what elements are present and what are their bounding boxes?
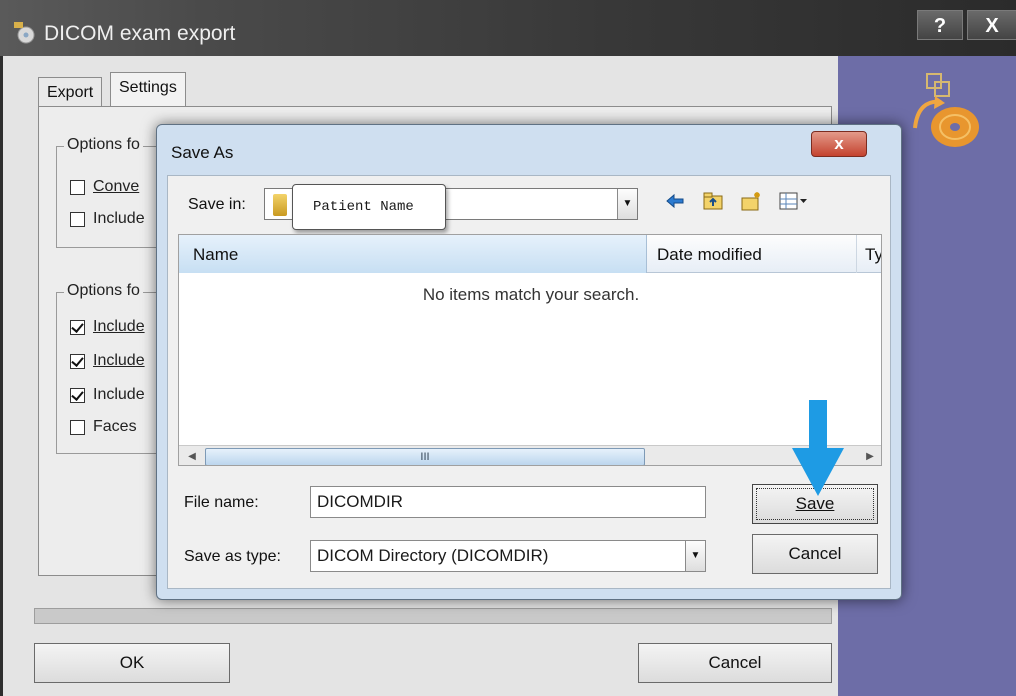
save-type-value: DICOM Directory (DICOMDIR) xyxy=(317,546,549,565)
include-checkbox[interactable] xyxy=(70,387,85,403)
option-include-4[interactable]: Include xyxy=(70,386,145,404)
column-header-name[interactable]: Name xyxy=(179,235,647,273)
tab-settings[interactable]: Settings xyxy=(110,72,186,108)
cd-export-icon xyxy=(913,73,979,147)
option-label: Faces xyxy=(93,418,137,435)
save-type-label: Save as type: xyxy=(184,548,281,565)
ok-button[interactable]: OK xyxy=(34,643,230,683)
column-label-date-modified: Date modified xyxy=(657,245,762,264)
folder-tooltip: Patient Name xyxy=(292,184,446,230)
new-folder-icon[interactable] xyxy=(740,190,762,212)
include-checkbox[interactable] xyxy=(70,211,85,227)
options-group-1-legend: Options fo xyxy=(64,136,143,154)
option-label: Conve xyxy=(93,178,140,195)
save-as-title: Save As xyxy=(171,143,234,162)
column-label-name: Name xyxy=(193,245,239,264)
file-name-input[interactable]: DICOMDIR xyxy=(310,486,706,518)
view-menu-icon[interactable] xyxy=(778,190,808,212)
file-list[interactable]: Name Date modified Ty No items match you… xyxy=(178,234,882,466)
window-titlebar[interactable]: DICOM exam export ? X xyxy=(0,0,1016,56)
file-name-label: File name: xyxy=(184,494,259,511)
option-label: Include xyxy=(93,318,145,335)
column-header-date-modified[interactable]: Date modified xyxy=(647,235,857,273)
empty-list-message: No items match your search. xyxy=(422,285,640,304)
pointer-arrow-icon xyxy=(792,400,844,496)
up-folder-icon[interactable] xyxy=(702,190,724,212)
option-include-1[interactable]: Include xyxy=(70,210,145,228)
file-list-header: Name Date modified Ty xyxy=(179,235,881,273)
tab-export[interactable]: Export xyxy=(38,77,103,107)
include-checkbox[interactable] xyxy=(70,353,85,369)
option-label: Include xyxy=(93,386,145,403)
export-window: DICOM exam export ? X Export Settings Op… xyxy=(0,0,1016,696)
app-icon xyxy=(14,22,35,44)
export-progress-bar xyxy=(34,608,832,624)
faces-checkbox[interactable] xyxy=(70,419,85,435)
save-type-select[interactable]: DICOM Directory (DICOMDIR) ▼ xyxy=(310,540,706,572)
help-button[interactable]: ? xyxy=(917,10,963,40)
window-close-button[interactable]: X xyxy=(967,10,1016,40)
folder-icon xyxy=(273,194,287,216)
option-label: Include xyxy=(93,352,145,369)
include-checkbox[interactable] xyxy=(70,319,85,335)
save-as-dialog: Save As x Save in: ▼ Patient Name Name D… xyxy=(156,124,902,600)
option-convert[interactable]: Conve xyxy=(70,178,139,196)
option-include-3[interactable]: Include xyxy=(70,352,145,370)
option-include-2[interactable]: Include xyxy=(70,318,145,336)
horizontal-scrollbar[interactable]: ◀ III ▶ xyxy=(179,445,881,465)
column-header-type[interactable]: Ty xyxy=(865,245,881,265)
chevron-down-icon[interactable]: ▼ xyxy=(617,189,637,219)
save-as-body: Save in: ▼ Patient Name Name Date modifi… xyxy=(167,175,891,589)
option-label: Include xyxy=(93,210,145,227)
dialog-close-button[interactable]: x xyxy=(811,131,867,157)
convert-checkbox[interactable] xyxy=(70,179,85,195)
dialog-nav-toolbar xyxy=(664,190,808,212)
chevron-down-icon[interactable]: ▼ xyxy=(685,541,705,571)
window-title: DICOM exam export xyxy=(44,22,236,45)
cancel-button[interactable]: Cancel xyxy=(638,643,832,683)
scroll-left-icon[interactable]: ◀ xyxy=(183,448,201,465)
options-group-2-legend: Options fo xyxy=(64,282,143,300)
option-faces[interactable]: Faces xyxy=(70,418,137,436)
scrollbar-thumb[interactable]: III xyxy=(205,448,645,465)
dialog-cancel-button[interactable]: Cancel xyxy=(752,534,878,574)
scroll-right-icon[interactable]: ▶ xyxy=(861,448,879,465)
save-in-label: Save in: xyxy=(188,196,246,213)
back-arrow-icon[interactable] xyxy=(664,190,686,212)
